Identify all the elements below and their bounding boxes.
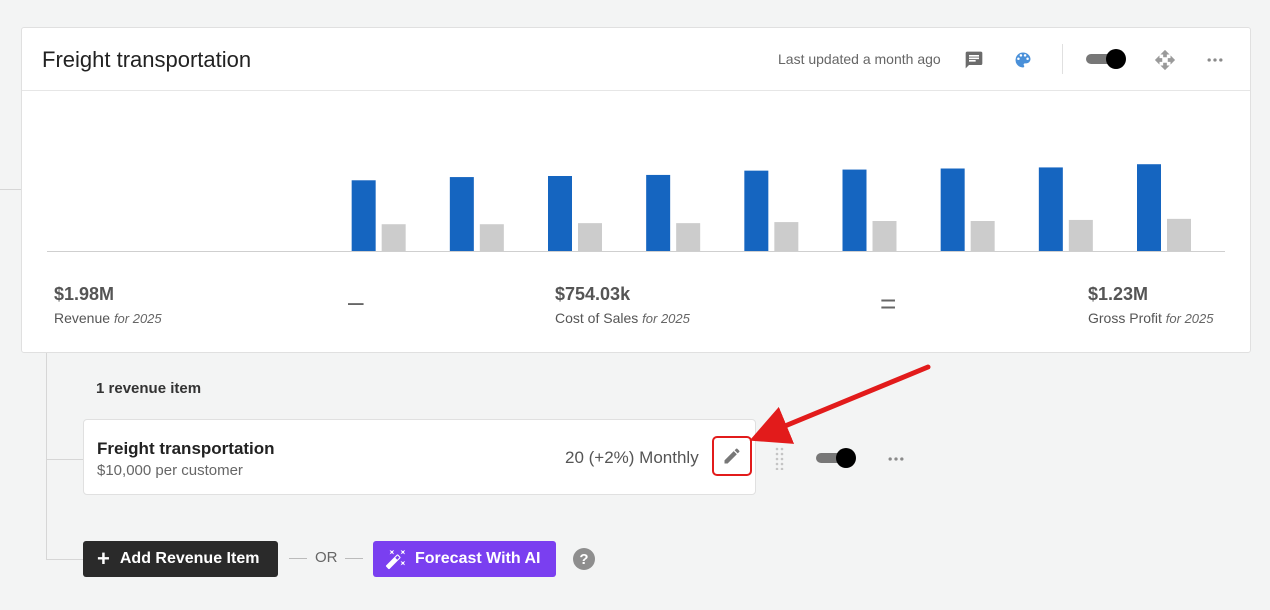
bar-series-b-5 <box>578 223 602 251</box>
chart-baseline <box>47 251 1225 252</box>
gross-profit-label: Gross Profit for 2025 <box>1088 310 1214 326</box>
forecast-with-ai-button[interactable]: Forecast With AI <box>373 541 556 577</box>
palette-icon[interactable] <box>1011 48 1035 72</box>
last-updated-text: Last updated a month ago <box>778 51 941 67</box>
cost-period: for 2025 <box>642 311 690 326</box>
revenue-total: $1.98M <box>54 284 115 304</box>
revenue-item-subtitle: $10,000 per customer <box>97 462 243 479</box>
bar-series-a-6 <box>646 174 671 251</box>
cost-of-sales-label: Cost of Sales for 2025 <box>555 310 690 326</box>
bar-series-b-11 <box>1167 218 1191 251</box>
revenue-item-rate: 20 (+2%) Monthly <box>565 448 699 467</box>
revenue-item-count: 1 revenue item <box>96 380 202 397</box>
help-icon[interactable]: ? <box>573 548 595 570</box>
gross-profit-total: $1.23M <box>1088 284 1149 304</box>
drag-handle-icon[interactable] <box>773 446 787 471</box>
bar-series-a-5 <box>548 176 572 251</box>
bar-series-a-3 <box>351 180 376 251</box>
bar-series-b-6 <box>676 223 701 251</box>
bar-series-b-10 <box>1068 219 1093 251</box>
bar-series-b-8 <box>872 221 897 251</box>
more-icon[interactable] <box>1203 48 1227 72</box>
toggle-knob <box>1106 49 1126 69</box>
revenue-item[interactable]: Freight transportation $10,000 per custo… <box>83 419 756 495</box>
cost-of-sales-total: $754.03k <box>555 284 631 304</box>
bar-series-a-9 <box>940 168 965 251</box>
add-revenue-item-label: Add Revenue Item <box>119 550 260 567</box>
bar-series-b-3 <box>381 224 406 251</box>
tree-connector-actions <box>46 559 83 560</box>
revenue-total-label: Revenue for 2025 <box>54 310 162 326</box>
bar-series-a-8 <box>842 169 867 251</box>
card-visibility-toggle[interactable] <box>1086 48 1126 70</box>
minus-operator: – <box>348 286 364 317</box>
bar-series-a-7 <box>744 170 769 251</box>
revenue-chart <box>47 98 1225 260</box>
pencil-icon <box>724 448 740 464</box>
bar-series-b-4 <box>479 224 504 251</box>
revenue-item-name: Freight transportation <box>97 439 275 458</box>
revenue-label: Revenue <box>54 310 111 326</box>
or-divider-right <box>345 558 363 559</box>
card-title: Freight transportation <box>42 47 252 72</box>
revenue-period: for 2025 <box>113 311 162 326</box>
tree-connector-vertical <box>46 352 47 560</box>
edit-revenue-item-button[interactable] <box>712 436 752 476</box>
bar-series-a-11 <box>1137 164 1161 251</box>
plus-icon: + <box>97 546 110 571</box>
equals-operator: = <box>880 288 897 319</box>
bar-series-b-9 <box>970 221 995 251</box>
forecast-with-ai-label: Forecast With AI <box>415 550 541 567</box>
comment-icon[interactable] <box>962 48 986 72</box>
card-header: Freight transportation Last updated a mo… <box>22 28 1250 91</box>
move-icon[interactable] <box>1153 48 1177 72</box>
tree-connector-item <box>46 459 83 460</box>
revenue-item-toggle[interactable] <box>816 447 856 469</box>
tree-connector <box>0 189 22 190</box>
cost-label: Cost of Sales <box>555 310 639 326</box>
header-divider <box>1062 44 1063 74</box>
bar-series-a-10 <box>1038 167 1063 251</box>
chart-svg <box>351 164 1191 251</box>
revenue-stream-card: Freight transportation Last updated a mo… <box>21 27 1251 353</box>
item-more-icon[interactable] <box>884 447 908 471</box>
profit-period: for 2025 <box>1165 311 1214 326</box>
or-label: OR <box>315 549 338 566</box>
bar-series-b-7 <box>774 222 799 251</box>
profit-label: Gross Profit <box>1088 310 1162 326</box>
add-revenue-item-button[interactable]: + Add Revenue Item <box>83 541 278 577</box>
magic-wand-icon <box>385 549 406 570</box>
bar-series-a-4 <box>449 177 474 251</box>
or-divider-left <box>289 558 307 559</box>
toggle-knob <box>836 448 856 468</box>
